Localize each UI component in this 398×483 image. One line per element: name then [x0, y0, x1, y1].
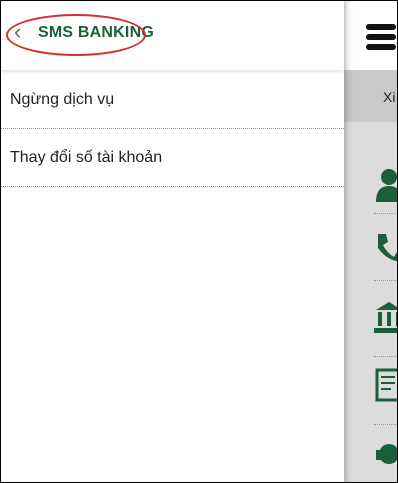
support-icon[interactable] — [374, 440, 398, 474]
menu-item-label: Ngừng dịch vụ — [10, 91, 115, 108]
menu-item-change-account[interactable]: Thay đổi số tài khoản — [0, 130, 344, 187]
menu-item-label: Thay đổi số tài khoản — [10, 149, 163, 166]
bank-icon[interactable] — [374, 300, 398, 334]
document-icon[interactable] — [374, 368, 398, 402]
highlight-circle — [6, 14, 146, 56]
phone-icon[interactable] — [374, 230, 398, 264]
drawer-header: ‹ SMS BANKING — [0, 0, 344, 70]
menu-item-stop-service[interactable]: Ngừng dịch vụ — [0, 72, 344, 129]
background-banner-text: Xi — [383, 89, 396, 105]
navigation-drawer: ‹ SMS BANKING Ngừng dịch vụ Thay đổi số … — [0, 0, 344, 483]
hamburger-menu-icon[interactable] — [366, 24, 396, 50]
user-icon[interactable] — [374, 168, 398, 202]
